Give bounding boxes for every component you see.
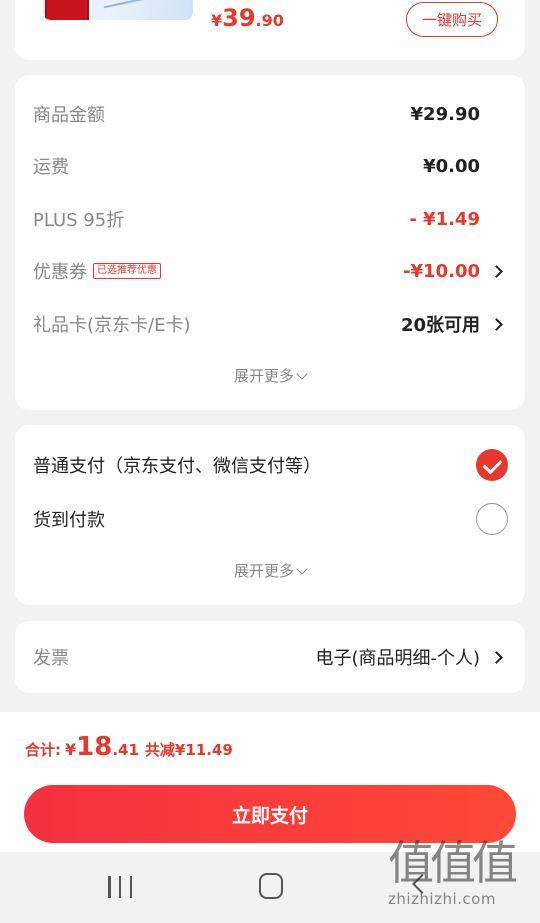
watermark-url: zhizhizhi.com xyxy=(388,890,496,908)
summary-row-plus-discount: PLUS 95折 - ¥1.49 xyxy=(33,204,505,234)
recent-apps-icon[interactable] xyxy=(108,876,132,898)
row-value: - ¥1.49 xyxy=(409,209,505,230)
total-saved: 共减¥11.49 xyxy=(144,741,233,759)
product-card: ¥39.90 一键购买 xyxy=(15,0,525,60)
invoice-label: 发票 xyxy=(33,648,69,669)
row-label: 优惠券 xyxy=(33,262,87,283)
chevron-right-icon xyxy=(490,650,503,664)
price-decimal: .90 xyxy=(255,11,284,30)
watermark-logo: 值值值 xyxy=(388,836,518,890)
product-price: ¥39.90 xyxy=(211,4,284,32)
chevron-right-icon xyxy=(490,264,503,278)
summary-row-shipping: 运费 ¥0.00 xyxy=(33,151,505,181)
payment-expand-more[interactable]: 展开更多 xyxy=(15,560,525,581)
total-integer: 18 xyxy=(76,732,113,762)
total-decimal: .41 xyxy=(112,741,139,759)
home-icon[interactable] xyxy=(259,873,283,899)
buy-now-button[interactable]: 一键购买 xyxy=(406,2,498,37)
summary-row-coupon[interactable]: 优惠券 已选推荐优惠 -¥10.00 xyxy=(33,256,505,286)
payment-method-card: 普通支付（京东支付、微信支付等） 货到付款 展开更多 xyxy=(15,425,525,605)
product-thumbnail[interactable] xyxy=(43,0,193,20)
payment-option-label: 普通支付（京东支付、微信支付等） xyxy=(33,456,321,477)
row-value-text: 20张可用 xyxy=(400,315,480,336)
total-label: 合计: xyxy=(25,741,61,759)
pay-now-button[interactable]: 立即支付 xyxy=(24,785,516,843)
product-box-image xyxy=(45,0,89,20)
row-value: -¥10.00 xyxy=(403,261,505,282)
row-value: 20张可用 xyxy=(401,311,505,337)
payment-option-label: 货到付款 xyxy=(33,510,105,531)
row-label: 商品金额 xyxy=(33,105,105,126)
invoice-value-text: 电子(商品明细-个人) xyxy=(315,648,480,669)
chevron-down-icon xyxy=(296,368,308,380)
row-label: PLUS 95折 xyxy=(33,210,125,231)
summary-row-goods-amount: 商品金额 ¥29.90 xyxy=(33,99,505,129)
chevron-down-icon xyxy=(296,563,308,575)
total-symbol: ¥ xyxy=(65,740,77,759)
row-value: ¥29.90 xyxy=(411,104,505,125)
order-total: 合计: ¥ 18 .41 共减¥11.49 xyxy=(25,732,233,762)
row-value-text: -¥10.00 xyxy=(403,260,480,282)
price-integer: 39 xyxy=(222,4,256,32)
summary-row-gift-card[interactable]: 礼品卡(京东卡/E卡) 20张可用 xyxy=(33,309,505,339)
row-label: 礼品卡(京东卡/E卡) xyxy=(33,315,191,336)
summary-expand-more[interactable]: 展开更多 xyxy=(15,365,525,386)
checkout-bar: 合计: ¥ 18 .41 共减¥11.49 立即支付 xyxy=(0,712,540,852)
row-value: ¥0.00 xyxy=(423,156,505,177)
expand-more-label: 展开更多 xyxy=(233,367,294,385)
invoice-value: 电子(商品明细-个人) xyxy=(315,644,505,670)
invoice-row[interactable]: 发票 电子(商品明细-个人) xyxy=(33,642,505,672)
unchecked-radio-icon[interactable] xyxy=(476,503,508,535)
expand-more-label: 展开更多 xyxy=(233,562,294,580)
row-value-text: ¥29.90 xyxy=(410,103,480,125)
checked-radio-icon[interactable] xyxy=(476,449,508,481)
price-symbol: ¥ xyxy=(211,11,223,30)
row-value-text: ¥0.00 xyxy=(423,155,480,177)
row-value-text: - ¥1.49 xyxy=(409,208,480,230)
chevron-right-icon xyxy=(490,317,503,331)
payment-option-normal[interactable]: 普通支付（京东支付、微信支付等） xyxy=(33,448,508,482)
invoice-card[interactable]: 发票 电子(商品明细-个人) xyxy=(15,621,525,693)
order-summary-card: 商品金额 ¥29.90 运费 ¥0.00 PLUS 95折 - ¥1.49 优惠… xyxy=(15,75,525,410)
product-image-detail xyxy=(103,0,183,9)
watermark: 值值值 zhizhizhi.com xyxy=(388,838,538,923)
recommended-coupon-badge: 已选推荐优惠 xyxy=(93,263,161,279)
row-label: 运费 xyxy=(33,157,69,178)
payment-option-cod[interactable]: 货到付款 xyxy=(33,502,508,536)
